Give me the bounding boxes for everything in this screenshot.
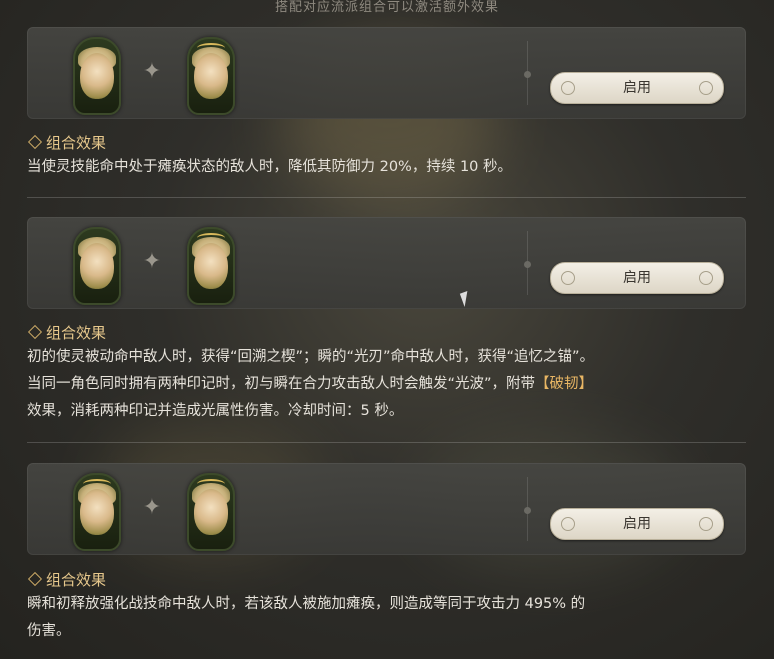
header-hint: 搭配对应流派组合可以激活额外效果 bbox=[274, 0, 499, 15]
keyword-break[interactable]: 【破韧】 bbox=[535, 376, 593, 392]
enable-button[interactable]: 启用 bbox=[550, 262, 724, 294]
combo-effect-3: 组合效果 瞬和初释放强化战技命中敌人时，若该敌人被施加瘫痪，则造成等同于攻击力 … bbox=[27, 569, 746, 645]
character-portrait[interactable] bbox=[187, 37, 235, 115]
combo-card-1: ✦ 启用 bbox=[27, 27, 746, 119]
effect-title: 组合效果 bbox=[46, 571, 107, 589]
enable-button[interactable]: 启用 bbox=[550, 72, 724, 104]
separator bbox=[27, 197, 746, 198]
character-portrait[interactable] bbox=[73, 473, 121, 551]
combo-card-2: ✦ 启用 bbox=[27, 217, 746, 309]
diamond-bullet-icon bbox=[27, 571, 43, 587]
enable-button[interactable]: 启用 bbox=[550, 508, 724, 540]
plus-sparkle-icon: ✦ bbox=[142, 249, 162, 274]
character-portrait[interactable] bbox=[187, 473, 235, 551]
combo-effect-1: 组合效果 当使灵技能命中处于瘫痪状态的敌人时，降低其防御力 20%，持续 10 … bbox=[27, 132, 746, 181]
separator bbox=[27, 442, 746, 443]
effect-line: 当使灵技能命中处于瘫痪状态的敌人时，降低其防御力 20%，持续 10 秒。 bbox=[27, 159, 513, 175]
character-portrait[interactable] bbox=[187, 227, 235, 305]
effect-line: 效果，消耗两种印记并造成光属性伤害。冷却时间：5 秒。 bbox=[27, 403, 404, 419]
diamond-bullet-icon bbox=[27, 324, 43, 340]
combo-effect-2: 组合效果 初的使灵被动命中敌人时，获得“回溯之楔”；瞬的“光刃”命中敌人时，获得… bbox=[27, 322, 746, 425]
divider bbox=[524, 477, 531, 541]
character-portrait[interactable] bbox=[73, 37, 121, 115]
effect-line: 当同一角色同时拥有两种印记时，初与瞬在合力攻击敌人时会触发“光波”，附带 bbox=[27, 376, 536, 392]
character-portrait[interactable] bbox=[73, 227, 121, 305]
plus-sparkle-icon: ✦ bbox=[142, 495, 162, 520]
plus-sparkle-icon: ✦ bbox=[142, 59, 162, 84]
effect-title: 组合效果 bbox=[46, 324, 107, 342]
divider bbox=[524, 41, 531, 105]
effect-line: 瞬和初释放强化战技命中敌人时，若该敌人被施加瘫痪，则造成等同于攻击力 495% … bbox=[27, 596, 586, 612]
diamond-bullet-icon bbox=[27, 134, 43, 150]
divider bbox=[524, 231, 531, 295]
combo-card-3: ✦ 启用 bbox=[27, 463, 746, 555]
effect-line: 伤害。 bbox=[27, 623, 71, 639]
effect-line: 初的使灵被动命中敌人时，获得“回溯之楔”；瞬的“光刃”命中敌人时，获得“追忆之锚… bbox=[27, 349, 595, 365]
effect-title: 组合效果 bbox=[46, 134, 107, 152]
